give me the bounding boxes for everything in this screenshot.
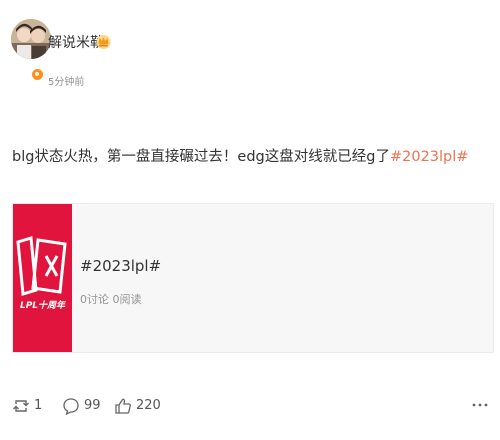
weibo-post: 解说米勒 5分钟前 blg状态火热，第一盘直接碾过去！edg这盘对线就已经g了#… bbox=[0, 0, 500, 440]
thumbs-up-icon bbox=[115, 398, 131, 414]
thumbnail-caption: LPL十周年 bbox=[20, 300, 67, 311]
post-hashtag-link[interactable]: #2023lpl# bbox=[390, 149, 468, 165]
crown-badge-icon[interactable] bbox=[95, 33, 112, 50]
like-count: 220 bbox=[136, 398, 161, 413]
repost-count: 1 bbox=[34, 398, 43, 413]
topic-thumbnail: LPL十周年 bbox=[13, 204, 72, 352]
repost-button[interactable]: 1 bbox=[12, 394, 42, 418]
comment-icon bbox=[63, 398, 79, 415]
avatar[interactable] bbox=[11, 19, 51, 59]
lpl-10-logo-icon: LPL十周年 bbox=[13, 204, 72, 352]
comment-button[interactable]: 99 bbox=[62, 394, 101, 418]
verified-badge-icon bbox=[31, 68, 44, 81]
topic-stats: 0讨论 0阅读 bbox=[80, 293, 142, 306]
topic-title[interactable]: #2023lpl# bbox=[80, 256, 161, 276]
post-text: blg状态火热，第一盘直接碾过去！edg这盘对线就已经g了#2023lpl# bbox=[12, 146, 468, 168]
like-button[interactable]: 220 bbox=[114, 394, 161, 418]
topic-card[interactable]: LPL十周年 #2023lpl# 0讨论 0阅读 bbox=[12, 203, 494, 353]
comment-count: 99 bbox=[84, 398, 101, 413]
repost-icon bbox=[13, 400, 29, 412]
avatar-photo bbox=[11, 19, 51, 59]
post-time[interactable]: 5分钟前 bbox=[48, 77, 84, 89]
post-body-text: blg状态火热，第一盘直接碾过去！edg这盘对线就已经g了 bbox=[12, 149, 390, 165]
more-dots-icon[interactable] bbox=[472, 402, 488, 408]
